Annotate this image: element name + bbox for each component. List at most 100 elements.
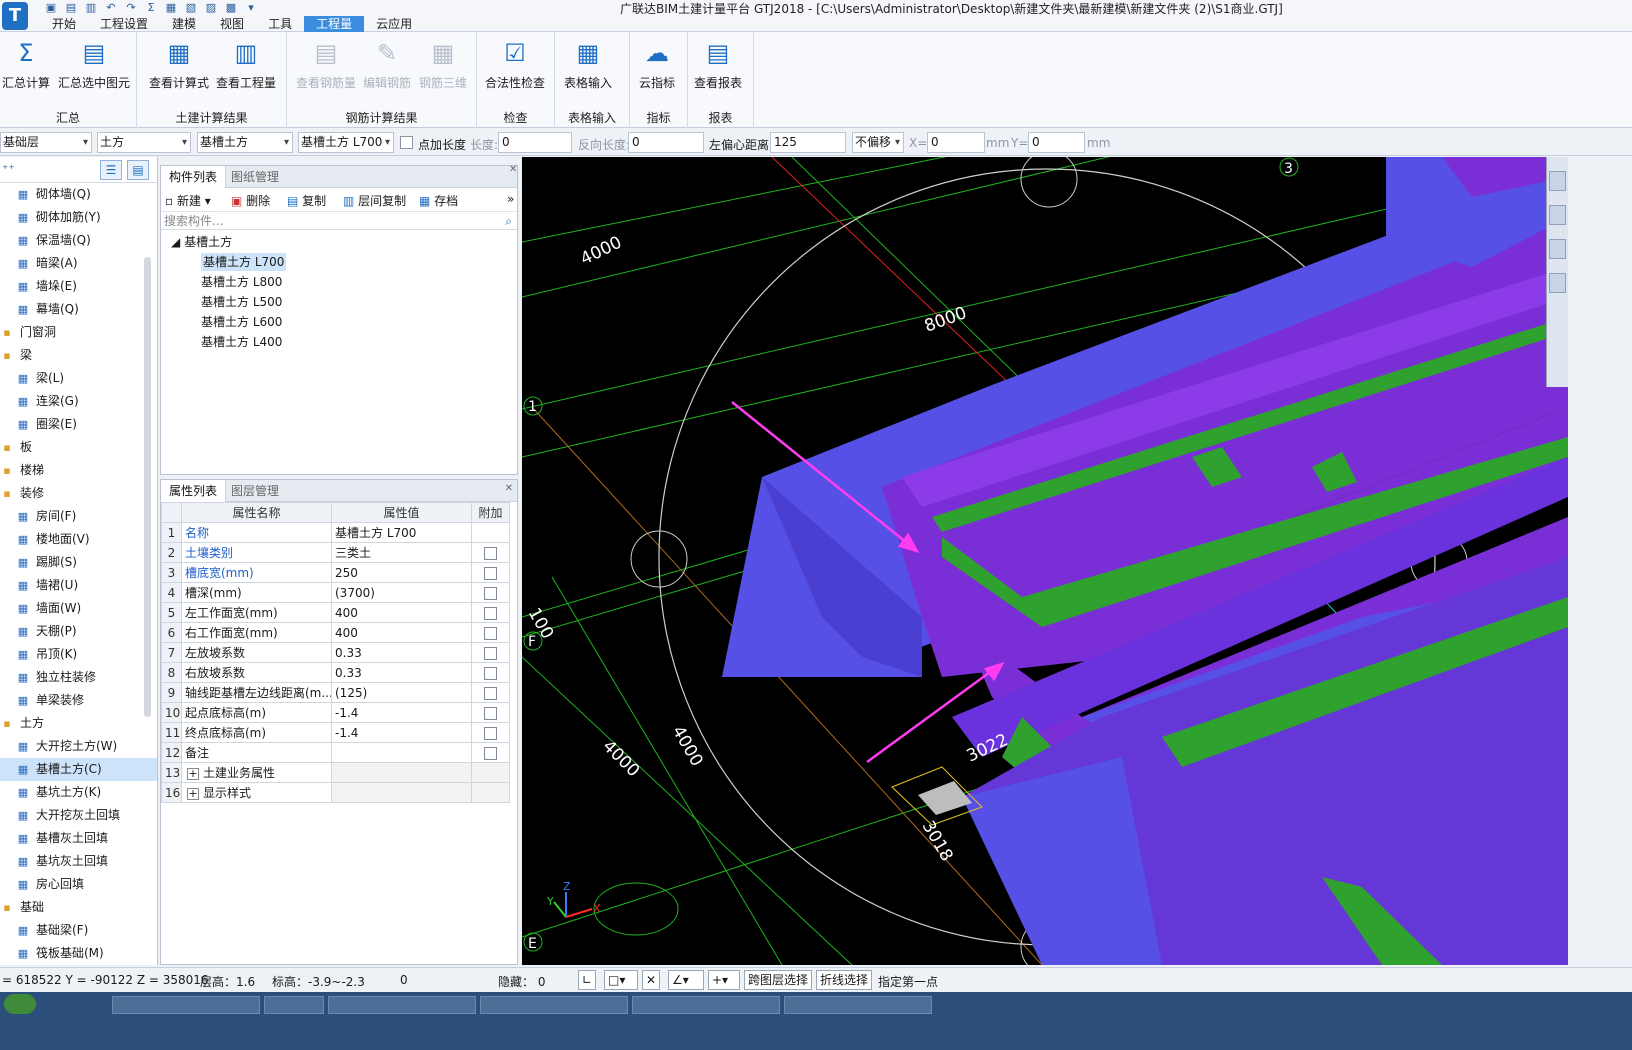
component-search[interactable]: 搜索构件... ⌕ (161, 212, 517, 230)
reverse-length-input[interactable]: 0 (628, 132, 704, 153)
app-logo[interactable]: T (2, 2, 28, 30)
tree-item[interactable]: ▦ 墙面(W) (0, 597, 157, 620)
property-value[interactable] (331, 762, 472, 783)
tree-item[interactable]: ▦ 踢脚(S) (0, 551, 157, 574)
cloud-index-button[interactable]: ☁ 云指标 (639, 38, 675, 91)
close-icon[interactable]: ✕ (505, 483, 513, 494)
taskbar-item[interactable] (264, 996, 324, 1014)
tree-item[interactable]: ▦ 基槽土方(C) (0, 758, 157, 781)
property-value[interactable]: -1.4 (331, 702, 472, 723)
3d-viewport[interactable]: 3 1 F E 4000 8000 100 4000 4000 3022 301… (522, 157, 1568, 965)
extra-checkbox[interactable] (484, 606, 497, 620)
tree-item[interactable]: ▦ 基坑灰土回填 (0, 850, 157, 873)
tree-item[interactable]: ▦ 大开挖灰土回填 (0, 804, 157, 827)
property-value[interactable] (331, 742, 472, 763)
extra-checkbox[interactable] (484, 566, 497, 580)
extra-checkbox[interactable] (484, 706, 497, 720)
search-icon[interactable]: ⌕ (505, 212, 512, 230)
property-value[interactable] (331, 782, 472, 803)
component-group[interactable]: ◢ 基槽土方 (161, 232, 517, 252)
tree-item[interactable]: ▦ 砌体墙(Q) (0, 183, 157, 206)
tree-item[interactable]: ▦ 梁(L) (0, 367, 157, 390)
tab-drawing-management[interactable]: 图纸管理 (223, 166, 287, 188)
angle-icon[interactable]: ∠▾ (668, 970, 704, 990)
extra-checkbox[interactable] (484, 726, 497, 740)
component-item[interactable]: 基槽土方 L600 (161, 312, 517, 332)
open-icon[interactable]: ▥ (84, 2, 98, 14)
start-button[interactable] (4, 994, 36, 1014)
tree-item[interactable]: ▪ 板 (0, 436, 157, 459)
tab-layer-management[interactable]: 图层管理 (223, 480, 287, 502)
tree-item[interactable]: ▦ 墙裙(U) (0, 574, 157, 597)
tree-item[interactable]: ▪ 门窗洞 (0, 321, 157, 344)
property-value[interactable]: 250 (331, 562, 472, 583)
detail-view-icon[interactable]: ▤ (127, 160, 149, 180)
selected-element[interactable] (918, 781, 972, 815)
rotation-handle-top[interactable] (1020, 157, 1078, 208)
property-row[interactable]: 8 右放坡系数 0.33 (161, 662, 510, 683)
extra-checkbox[interactable] (484, 626, 497, 640)
tree-item[interactable]: ▦ 砌体加筋(Y) (0, 206, 157, 229)
property-value[interactable]: (3700) (331, 582, 472, 603)
view-report-button[interactable]: ▤ 查看报表 (694, 38, 742, 91)
x-input[interactable]: 0 (927, 132, 985, 153)
tree-item[interactable]: ▪ 装修 (0, 482, 157, 505)
tab-2[interactable]: 建模 (160, 16, 208, 32)
extra-checkbox[interactable] (484, 586, 497, 600)
sum-icon[interactable]: Σ (144, 2, 158, 14)
property-row[interactable]: 2 土壤类别 三类土 (161, 542, 510, 563)
tree-item[interactable]: ▦ 房心回填 (0, 873, 157, 896)
collapse-icon[interactable]: ◢ (171, 235, 180, 249)
tree-item[interactable]: ▦ 暗梁(A) (0, 252, 157, 275)
redo-icon[interactable]: ↷ (124, 2, 138, 14)
property-value[interactable]: 0.33 (331, 662, 472, 683)
tree-item[interactable]: ▦ 基础梁(F) (0, 919, 157, 942)
tab-3[interactable]: 视图 (208, 16, 256, 32)
tree-item[interactable]: ▦ 独立柱装修 (0, 666, 157, 689)
property-value[interactable]: 基槽土方 L700 (331, 522, 472, 543)
extra-checkbox[interactable] (484, 666, 497, 680)
expand-icon[interactable]: + (187, 767, 199, 780)
tree-item[interactable]: ▦ 基坑土方(K) (0, 781, 157, 804)
property-row[interactable]: 9 轴线距基槽左边线距离(m... (125) (161, 682, 510, 703)
tree-item[interactable]: ▪ 梁 (0, 344, 157, 367)
dropdown-icon[interactable]: ▾ (244, 2, 258, 14)
tree-item[interactable]: ▦ 连梁(G) (0, 390, 157, 413)
property-value[interactable]: (125) (331, 682, 472, 703)
floor-copy-button[interactable]: ▥ 层间复制 (343, 192, 406, 209)
tab-5[interactable]: 工程量 (304, 16, 365, 32)
tree-item[interactable]: ▦ 楼地面(V) (0, 528, 157, 551)
tab-1[interactable]: 工程设置 (88, 16, 160, 32)
trench-model[interactable] (722, 157, 1568, 965)
new-file-icon[interactable]: ▤ (64, 2, 78, 14)
component-select[interactable]: 基槽土方 L700 (298, 132, 394, 153)
tree-scrollbar[interactable] (144, 257, 151, 717)
edit-rebar-button[interactable]: ✎ 编辑钢筋 (363, 38, 411, 91)
undo-icon[interactable]: ↶ (104, 2, 118, 14)
property-row[interactable]: 7 左放坡系数 0.33 (161, 642, 510, 663)
left-offset-input[interactable]: 125 (770, 132, 846, 153)
tab-6[interactable]: 云应用 (364, 16, 424, 32)
point-length-checkbox[interactable] (400, 136, 413, 149)
property-value[interactable]: -1.4 (331, 722, 472, 743)
snap-select-icon[interactable]: □▾ (604, 970, 638, 990)
tree-item[interactable]: ▦ 墙垛(E) (0, 275, 157, 298)
category-select[interactable]: 土方 (97, 132, 191, 153)
tree-item[interactable]: ▦ 圈梁(E) (0, 413, 157, 436)
length-input[interactable]: 0 (498, 132, 572, 153)
tree-item[interactable]: ▦ 幕墙(Q) (0, 298, 157, 321)
rebar-3d-button[interactable]: ▦ 钢筋三维 (419, 38, 467, 91)
property-row[interactable]: 4 槽深(mm) (3700) (161, 582, 510, 603)
tree-item[interactable]: ▪ 基础 (0, 896, 157, 919)
copy-button[interactable]: ▤ 复制 (287, 192, 326, 209)
archive-button[interactable]: ▦ 存档 (419, 192, 458, 209)
offset-mode-select[interactable]: 不偏移 (852, 132, 904, 153)
extra-checkbox[interactable] (484, 646, 497, 660)
property-value[interactable]: 400 (331, 622, 472, 643)
copy-icon[interactable]: ▧ (184, 2, 198, 14)
view-rotate-icon[interactable] (1549, 239, 1566, 259)
list-view-icon[interactable]: ☰ (100, 160, 122, 180)
tree-item[interactable]: ▦ 筏板基础(M) (0, 942, 157, 965)
dimension-icon[interactable]: +▾ (708, 970, 740, 990)
property-value[interactable]: 三类土 (331, 542, 472, 563)
